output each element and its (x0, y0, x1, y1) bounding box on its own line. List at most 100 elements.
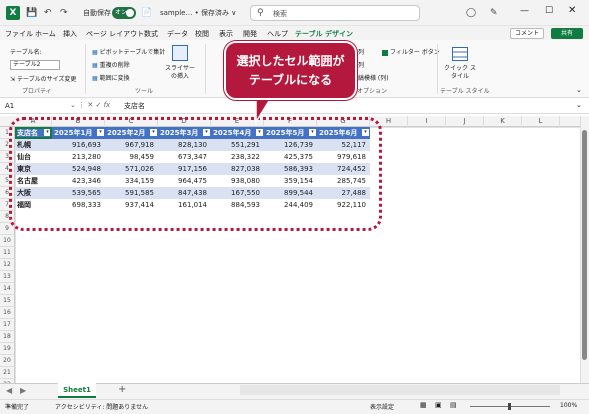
normal-view-icon[interactable]: ▦ (420, 401, 427, 409)
ribbon-separator (85, 44, 86, 94)
filter-checkbox[interactable] (382, 49, 388, 56)
pivot-label: ピボットテーブルで集計 (99, 49, 166, 56)
convert-to-range-button[interactable]: ▦ 範囲に変換 (92, 73, 130, 82)
menu-formulas[interactable]: 数式 (144, 29, 158, 39)
chevron-down-icon[interactable]: ⌄ (70, 101, 76, 109)
filter-button-label: フィルター ボタン (390, 49, 440, 56)
pen-icon[interactable]: ✎ (490, 6, 498, 20)
share-button[interactable]: 共有 (551, 28, 583, 39)
search-box[interactable]: ⚲ 検索 (250, 5, 420, 21)
group-table-style: テーブル スタイル (440, 88, 490, 95)
row-header[interactable]: 18 (0, 331, 15, 343)
row-header[interactable]: 12 (0, 259, 15, 271)
redo-icon[interactable]: ↷ (60, 6, 68, 20)
row-header[interactable]: 17 (0, 319, 15, 331)
callout-line-1: 選択したセル範囲が (236, 54, 345, 68)
menu-insert[interactable]: 挿入 (63, 29, 77, 39)
menu-view[interactable]: 表示 (219, 29, 233, 39)
pivot-icon: ▦ (92, 49, 98, 56)
sheet-tab[interactable]: Sheet1 (58, 383, 96, 398)
banded-columns-option[interactable]: 縞模様 (列) (358, 73, 389, 82)
horizontal-scrollbar[interactable] (240, 385, 560, 395)
group-tools: ツール (135, 88, 154, 95)
ribbon-separator (437, 44, 438, 94)
resize-table-label: テーブルのサイズ変更 (16, 76, 77, 83)
menu-home[interactable]: ホーム (35, 29, 56, 39)
next-sheet-icon[interactable]: ▶ (20, 386, 26, 395)
undo-icon[interactable]: ↶ (44, 6, 52, 20)
menu-help[interactable]: ヘルプ (267, 29, 288, 39)
column-header[interactable]: I (408, 116, 446, 127)
dedupe-icon: ▦ (92, 62, 98, 69)
insert-slicer-button[interactable]: スライサーの挿入 (164, 65, 196, 81)
group-properties: プロパティ (22, 88, 52, 95)
resize-table-button[interactable]: ⇲ テーブルのサイズ変更 (10, 74, 76, 83)
save-icon[interactable]: 💾 (26, 6, 37, 20)
row-header[interactable]: 11 (0, 247, 15, 259)
callout-line-2: テーブルになる (248, 73, 333, 87)
highlight-outline (9, 117, 382, 231)
row-header[interactable]: 16 (0, 307, 15, 319)
file-icon: 📄 (141, 8, 153, 18)
row-header[interactable]: 10 (0, 235, 15, 247)
column-header[interactable]: K (484, 116, 522, 127)
slicer-icon[interactable] (172, 45, 188, 61)
row-header[interactable]: 15 (0, 295, 15, 307)
maximize-icon[interactable]: ☐ (545, 6, 553, 16)
filter-button-option[interactable]: フィルター ボタン (382, 47, 440, 56)
menu-page-layout[interactable]: ページ レイアウト (86, 29, 144, 39)
autosave-toggle[interactable]: オン (112, 7, 136, 19)
column-header[interactable]: L (522, 116, 560, 127)
menu-review[interactable]: 校閲 (195, 29, 209, 39)
zoom-slider-thumb[interactable] (508, 403, 511, 410)
prev-sheet-icon[interactable]: ◀ (6, 386, 12, 395)
add-sheet-button[interactable]: + (118, 384, 126, 395)
ribbon-separator (205, 44, 206, 94)
chevron-down-icon[interactable]: ⌄ (576, 86, 582, 94)
fx-icon[interactable]: fx (104, 101, 111, 109)
file-name[interactable]: sample… • 保存済み ∨ (160, 8, 236, 18)
scroll-thumb[interactable] (582, 130, 587, 360)
page-break-icon[interactable]: ▤ (450, 401, 457, 409)
menu-developer[interactable]: 開発 (243, 29, 257, 39)
quick-style-button[interactable]: クイック スタイル (444, 65, 476, 81)
name-box[interactable]: A1 (3, 101, 65, 112)
convert-label: 範囲に変換 (99, 75, 130, 82)
comment-button[interactable]: コメント (510, 28, 544, 39)
row-header[interactable]: 13 (0, 271, 15, 283)
search-placeholder: 検索 (273, 10, 287, 18)
row-header[interactable]: 21 (0, 367, 15, 379)
callout-tail (255, 96, 273, 124)
callout-box: 選択したセル範囲が テーブルになる (224, 41, 357, 100)
excel-logo-icon: X (6, 6, 20, 20)
pivot-summary-button[interactable]: ▦ ピボットテーブルで集計 (92, 47, 165, 56)
close-icon[interactable]: ✕ (568, 5, 576, 16)
menu-data[interactable]: データ (167, 29, 188, 39)
autosave-label: 自動保存 (83, 9, 111, 17)
minimize-icon[interactable]: — (520, 6, 529, 16)
page-layout-icon[interactable]: ▣ (435, 401, 442, 409)
accessibility-status[interactable]: アクセシビリティ: 問題ありません (55, 402, 148, 411)
row-header[interactable]: 19 (0, 343, 15, 355)
zoom-level[interactable]: 100% (560, 402, 577, 409)
convert-icon: ▦ (92, 75, 98, 82)
chevron-down-icon[interactable]: ⌄ (576, 101, 582, 109)
formula-icons: ⌄ ⋮ ✕ ✓ fx (70, 101, 110, 109)
confirm-icon[interactable]: ✓ (95, 101, 101, 109)
first-column-option[interactable]: 列 (358, 47, 364, 56)
user-avatar-icon[interactable]: ◯ (466, 6, 476, 20)
column-header[interactable]: J (446, 116, 484, 127)
table-name-label: テーブル名: (10, 49, 42, 56)
last-column-option[interactable]: 列 (358, 60, 364, 69)
row-header[interactable]: 14 (0, 283, 15, 295)
row-header[interactable]: 20 (0, 355, 15, 367)
menu-file[interactable]: ファイル (5, 29, 33, 39)
dedupe-label: 重複の削除 (99, 62, 130, 69)
formula-input[interactable]: 支店名 (124, 101, 145, 112)
table-name-input[interactable]: テーブル2 (10, 60, 60, 70)
quick-style-icon[interactable] (452, 47, 468, 61)
more-icon: ⋮ (78, 101, 86, 109)
cancel-icon[interactable]: ✕ (87, 101, 93, 109)
remove-duplicates-button[interactable]: ▦ 重複の削除 (92, 60, 130, 69)
display-settings[interactable]: 表示設定 (370, 402, 394, 411)
